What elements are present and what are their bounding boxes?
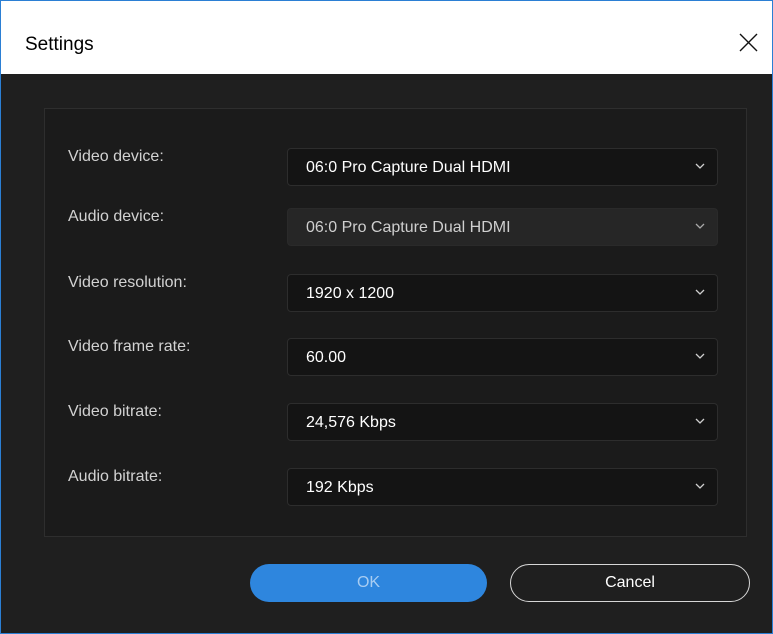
video-device-select[interactable]: 06:0 Pro Capture Dual HDMI: [287, 148, 718, 186]
audio-device-select[interactable]: 06:0 Pro Capture Dual HDMI: [287, 208, 718, 246]
close-icon: [739, 33, 758, 52]
chevron-down-icon: [695, 289, 705, 295]
chevron-down-icon: [695, 163, 705, 169]
audio-bitrate-value: 192 Kbps: [306, 479, 374, 496]
video-bitrate-value: 24,576 Kbps: [306, 414, 396, 431]
chevron-down-icon: [695, 353, 705, 359]
video-device-label: Video device:: [68, 148, 164, 165]
audio-device-value: 06:0 Pro Capture Dual HDMI: [306, 219, 511, 236]
video-bitrate-label: Video bitrate:: [68, 403, 162, 420]
video-resolution-row: Video resolution: 1920 x 1200: [45, 274, 748, 314]
video-resolution-label: Video resolution:: [68, 274, 187, 291]
close-button[interactable]: [725, 21, 771, 67]
video-resolution-value: 1920 x 1200: [306, 285, 395, 302]
video-frame-rate-label: Video frame rate:: [68, 338, 191, 355]
video-bitrate-row: Video bitrate: 24,576 Kbps: [45, 403, 748, 443]
video-frame-rate-value: 60.00: [306, 349, 347, 366]
cancel-button-label: Cancel: [605, 574, 655, 591]
video-bitrate-select[interactable]: 24,576 Kbps: [287, 403, 718, 441]
chevron-down-icon: [695, 418, 705, 424]
audio-device-label: Audio device:: [68, 208, 165, 225]
video-resolution-select[interactable]: 1920 x 1200: [287, 274, 718, 312]
video-frame-rate-select[interactable]: 60.00: [287, 338, 718, 376]
audio-bitrate-label: Audio bitrate:: [68, 468, 163, 485]
audio-bitrate-row: Audio bitrate: 192 Kbps: [45, 468, 748, 508]
chevron-down-icon: [695, 223, 705, 229]
video-device-value: 06:0 Pro Capture Dual HDMI: [306, 159, 511, 176]
settings-dialog: Settings Video device: 06:0 Pro Capture …: [0, 0, 773, 634]
dialog-title: Settings: [25, 34, 94, 55]
video-frame-rate-row: Video frame rate: 60.00: [45, 338, 748, 378]
audio-device-row: Audio device: 06:0 Pro Capture Dual HDMI: [45, 208, 748, 248]
video-device-row: Video device: 06:0 Pro Capture Dual HDMI: [45, 148, 748, 188]
title-bar: Settings: [1, 1, 772, 74]
dialog-body: Video device: 06:0 Pro Capture Dual HDMI…: [1, 74, 772, 633]
cancel-button[interactable]: Cancel: [510, 564, 750, 602]
ok-button[interactable]: OK: [250, 564, 487, 602]
settings-panel: Video device: 06:0 Pro Capture Dual HDMI…: [44, 108, 747, 537]
ok-button-label: OK: [356, 574, 381, 591]
audio-bitrate-select[interactable]: 192 Kbps: [287, 468, 718, 506]
chevron-down-icon: [695, 483, 705, 489]
